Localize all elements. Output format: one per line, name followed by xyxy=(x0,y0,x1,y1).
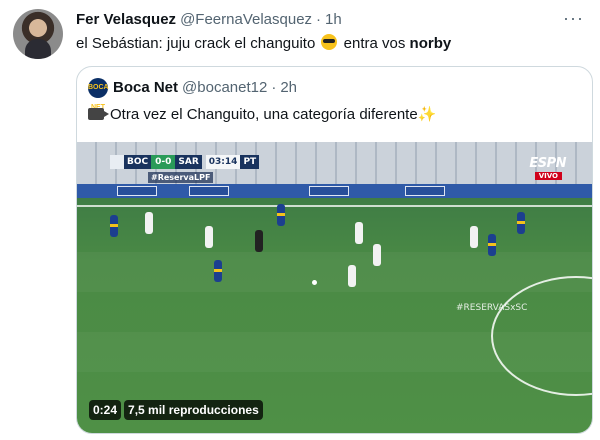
player xyxy=(214,260,222,282)
tweet-text-part-1: el Sebástian: juju crack el changuito xyxy=(76,35,316,52)
sparkles-icon: ✨ xyxy=(417,106,437,123)
player xyxy=(205,226,213,248)
player xyxy=(517,212,525,234)
quoted-text-body: Otra vez el Changuito, una categoría dif… xyxy=(110,106,418,123)
video-info-badges: 0:24 7,5 mil reproducciones xyxy=(89,400,263,420)
player xyxy=(110,215,118,237)
player xyxy=(488,234,496,256)
ad-board xyxy=(405,186,445,196)
video-duration: 0:24 xyxy=(89,400,122,420)
player xyxy=(470,226,478,248)
video-player[interactable]: BOC 0-0 SAR 03:14 PT #ReservaLPF ESPN VI… xyxy=(77,142,592,433)
grass-stripe xyxy=(77,252,592,292)
more-options-icon[interactable]: ··· xyxy=(563,8,584,29)
video-views: 7,5 mil reproducciones xyxy=(124,400,263,420)
live-badge: VIVO xyxy=(534,172,562,180)
separator-dot: · xyxy=(316,11,322,28)
tweet-header: Fer Velasquez @FeernaVelasquez · 1h xyxy=(76,11,342,28)
match-clock: 03:14 xyxy=(205,155,241,169)
quoted-tweet[interactable]: BOCA NET Boca Net @bocanet12 · 2h Otra v… xyxy=(76,66,593,434)
player xyxy=(373,244,381,266)
author-handle[interactable]: @FeernaVelasquez xyxy=(180,11,312,28)
tweet-text: el Sebástian: juju crack el changuito en… xyxy=(76,34,451,54)
quoted-text: Otra vez el Changuito, una categoría dif… xyxy=(88,105,436,125)
ad-board xyxy=(117,186,157,196)
watermark: #RESERVASxSC xyxy=(456,303,528,313)
ad-board xyxy=(309,186,349,196)
player xyxy=(145,212,153,234)
tweet-time[interactable]: 1h xyxy=(325,11,342,28)
player xyxy=(355,222,363,244)
author-name[interactable]: Fer Velasquez xyxy=(76,11,176,28)
quoted-time: 2h xyxy=(280,79,298,96)
tweet[interactable]: Fer Velasquez @FeernaVelasquez · 1h ··· … xyxy=(0,0,600,440)
quoted-separator-dot: · xyxy=(271,79,277,96)
quoted-author-handle: @bocanet12 xyxy=(182,79,268,96)
broadcaster-logo: ESPN xyxy=(529,156,566,171)
hashtag-overlay: #ReservaLPF xyxy=(148,172,214,183)
author-avatar[interactable] xyxy=(13,9,63,59)
score: 0-0 xyxy=(151,155,176,169)
scorebug: BOC 0-0 SAR 03:14 PT xyxy=(110,155,260,169)
home-team: BOC xyxy=(124,155,152,169)
touch-line xyxy=(77,205,592,207)
player xyxy=(277,204,285,226)
ball xyxy=(312,280,317,285)
tweet-text-bold: norby xyxy=(409,35,452,52)
video-camera-icon xyxy=(88,108,109,120)
tweet-text-part-2: entra vos xyxy=(339,35,410,52)
sunglasses-emoji-icon xyxy=(321,34,338,50)
quoted-author-name: Boca Net xyxy=(113,79,179,96)
quoted-header: Boca Net @bocanet12 · 2h xyxy=(113,79,297,96)
player xyxy=(348,265,356,287)
league-logo-icon xyxy=(110,155,124,169)
penalty-arc xyxy=(491,276,592,396)
match-period: PT xyxy=(240,155,260,169)
quoted-avatar: BOCA NET xyxy=(88,78,109,111)
player xyxy=(255,230,263,252)
ad-board xyxy=(189,186,229,196)
away-team: SAR xyxy=(175,155,202,169)
